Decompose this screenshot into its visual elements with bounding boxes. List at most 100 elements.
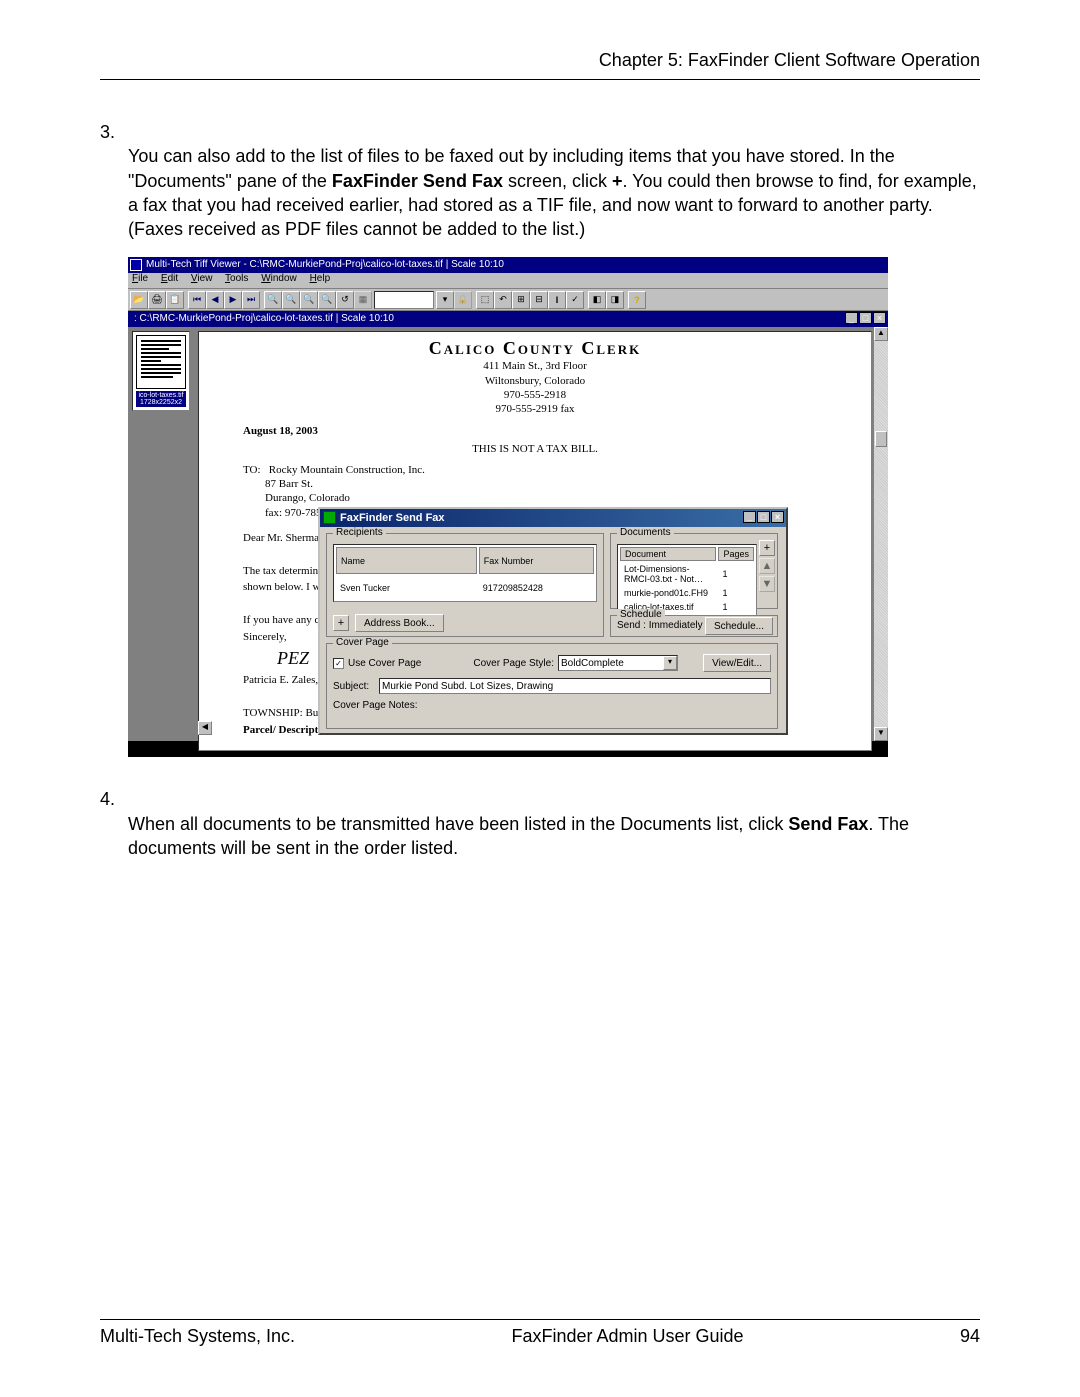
- tb-zoomout-icon[interactable]: 🔍: [282, 291, 300, 309]
- close-icon[interactable]: ×: [873, 312, 886, 324]
- documents-down-button[interactable]: ▼: [759, 576, 775, 592]
- dialog-title-text: FaxFinder Send Fax: [340, 512, 445, 524]
- table-row[interactable]: Sven Tucker917209852428: [336, 576, 594, 599]
- tb-nav1-icon[interactable]: ⏮: [188, 291, 206, 309]
- tb-prev-icon[interactable]: ◧: [588, 291, 606, 309]
- menu-edit[interactable]: Edit: [161, 273, 178, 284]
- step4-bold1: Send Fax: [788, 814, 868, 834]
- subject-input[interactable]: Murkie Pond Subd. Lot Sizes, Drawing: [379, 678, 771, 694]
- tb-dd-icon[interactable]: ▾: [436, 291, 454, 309]
- scroll-left-icon[interactable]: ◀: [198, 721, 212, 735]
- tb-clean-icon[interactable]: ✓: [566, 291, 584, 309]
- scroll-track[interactable]: [874, 341, 888, 727]
- send-fax-dialog: FaxFinder Send Fax _ □ × NameFax Number …: [318, 507, 788, 735]
- letter-title: Calico County Clerk: [213, 338, 857, 359]
- use-cover-checkbox[interactable]: ✓: [333, 658, 344, 669]
- doc1-p: 1: [718, 563, 754, 585]
- tb-nav3-icon[interactable]: ▶: [224, 291, 242, 309]
- tb-zoom2-icon[interactable]: 🔍: [318, 291, 336, 309]
- tb-nav4-icon[interactable]: ⏭: [242, 291, 260, 309]
- col-pages[interactable]: Pages: [718, 547, 754, 561]
- tb-print-icon[interactable]: 🖨: [148, 291, 166, 309]
- signed: Patricia E. Zales, C: [243, 674, 328, 686]
- subject-label: Subject:: [333, 681, 373, 692]
- tb-invert-icon[interactable]: I: [548, 291, 566, 309]
- documents-table[interactable]: DocumentPages Lot-Dimensions-RMCI-03.txt…: [617, 544, 757, 616]
- vertical-scrollbar[interactable]: ▲ ▼: [873, 327, 888, 741]
- tiff-titlebar: Multi-Tech Tiff Viewer - C:\RMC-MurkiePo…: [128, 257, 888, 273]
- doc2-p: 1: [718, 587, 754, 599]
- table-row[interactable]: Lot-Dimensions-RMCI-03.txt - Not…1: [620, 563, 754, 585]
- step-4: 4. When all documents to be transmitted …: [100, 787, 980, 860]
- menu-tools[interactable]: Tools: [225, 273, 248, 284]
- tb-zoomin-icon[interactable]: 🔍: [264, 291, 282, 309]
- p1: The tax determinat: [243, 565, 326, 577]
- tb-copy-icon[interactable]: 📋: [166, 291, 184, 309]
- step3-bold1: FaxFinder Send Fax: [332, 171, 503, 191]
- letter-phone: 970-555-2918: [504, 389, 566, 401]
- documents-group: DocumentPages Lot-Dimensions-RMCI-03.txt…: [610, 533, 778, 609]
- menubar[interactable]: File Edit View Tools Window Help: [128, 273, 888, 289]
- step3-text2: screen, click: [503, 171, 612, 191]
- view-edit-button[interactable]: View/Edit...: [703, 654, 771, 672]
- thumbnail-pane[interactable]: ico-lot-taxes.tif 1728x2252x2: [132, 331, 190, 411]
- tb-rot2-icon[interactable]: ⊞: [512, 291, 530, 309]
- screenshot: Multi-Tech Tiff Viewer - C:\RMC-MurkiePo…: [128, 257, 888, 757]
- tb-fit-icon[interactable]: ▦: [354, 291, 372, 309]
- p2: shown below. I wi: [243, 581, 324, 593]
- col-fax[interactable]: Fax Number: [479, 547, 594, 574]
- schedule-button[interactable]: Schedule...: [705, 617, 773, 635]
- col-doc[interactable]: Document: [620, 547, 716, 561]
- dlg-close-icon[interactable]: ×: [771, 511, 784, 523]
- cover-page-group: ✓ Use Cover Page Cover Page Style: BoldC…: [326, 643, 778, 729]
- documents-add-button[interactable]: +: [759, 540, 775, 556]
- tb-help-icon[interactable]: ?: [628, 291, 646, 309]
- dlg-minimize-icon[interactable]: _: [743, 511, 756, 523]
- tb-nav2-icon[interactable]: ◀: [206, 291, 224, 309]
- address-book-button[interactable]: Address Book...: [355, 614, 444, 632]
- menu-window[interactable]: Window: [261, 273, 297, 284]
- header-rule: [100, 79, 980, 80]
- page-footer: Multi-Tech Systems, Inc. FaxFinder Admin…: [100, 1319, 980, 1347]
- not-tax-bill: THIS IS NOT A TAX BILL.: [213, 443, 857, 455]
- step3-num: 3.: [100, 120, 128, 144]
- tb-sel-icon[interactable]: ⬚: [476, 291, 494, 309]
- table-row[interactable]: murkie-pond01c.FH91: [620, 587, 754, 599]
- chevron-down-icon[interactable]: ▾: [663, 656, 677, 670]
- maximize-icon[interactable]: □: [859, 312, 872, 324]
- tb-rot1-icon[interactable]: ↶: [494, 291, 512, 309]
- menu-view[interactable]: View: [191, 273, 213, 284]
- tb-zoom-combo[interactable]: [374, 291, 434, 309]
- tb-open-icon[interactable]: 📂: [130, 291, 148, 309]
- tb-zoom1-icon[interactable]: 🔍: [300, 291, 318, 309]
- cover-style-label: Cover Page Style:: [473, 658, 554, 669]
- thumbnail-caption: ico-lot-taxes.tif 1728x2252x2: [136, 391, 186, 407]
- to1: Rocky Mountain Construction, Inc.: [269, 464, 425, 476]
- tb-next-icon[interactable]: ◨: [606, 291, 624, 309]
- doc2: murkie-pond01c.FH9: [620, 587, 716, 599]
- cover-notes-label: Cover Page Notes:: [333, 700, 418, 711]
- col-name[interactable]: Name: [336, 547, 477, 574]
- tb-zoomreset-icon[interactable]: ↺: [336, 291, 354, 309]
- minimize-icon[interactable]: _: [845, 312, 858, 324]
- menu-help[interactable]: Help: [310, 273, 331, 284]
- footer-center: FaxFinder Admin User Guide: [511, 1326, 743, 1347]
- step3-bold2: +: [612, 171, 623, 191]
- documents-up-button[interactable]: ▲: [759, 558, 775, 574]
- dlg-maximize-icon[interactable]: □: [757, 511, 770, 523]
- step4-num: 4.: [100, 787, 128, 811]
- scroll-down-icon[interactable]: ▼: [874, 727, 888, 741]
- addr1: 411 Main St., 3rd Floor: [483, 360, 587, 372]
- recipients-table[interactable]: NameFax Number Sven Tucker917209852428: [333, 544, 597, 602]
- tb-a-icon[interactable]: 🔒: [454, 291, 472, 309]
- dialog-titlebar: FaxFinder Send Fax _ □ ×: [320, 509, 786, 527]
- chapter-header: Chapter 5: FaxFinder Client Software Ope…: [100, 50, 980, 71]
- scroll-thumb[interactable]: [875, 431, 887, 447]
- scroll-up-icon[interactable]: ▲: [874, 327, 888, 341]
- menu-file[interactable]: File: [132, 273, 148, 284]
- page-thumbnail[interactable]: [136, 335, 186, 389]
- tb-mirror-icon[interactable]: ⊟: [530, 291, 548, 309]
- cover-style-combo[interactable]: BoldComplete ▾: [558, 655, 678, 671]
- recip-name: Sven Tucker: [336, 576, 477, 599]
- recipients-add-button[interactable]: +: [333, 615, 349, 631]
